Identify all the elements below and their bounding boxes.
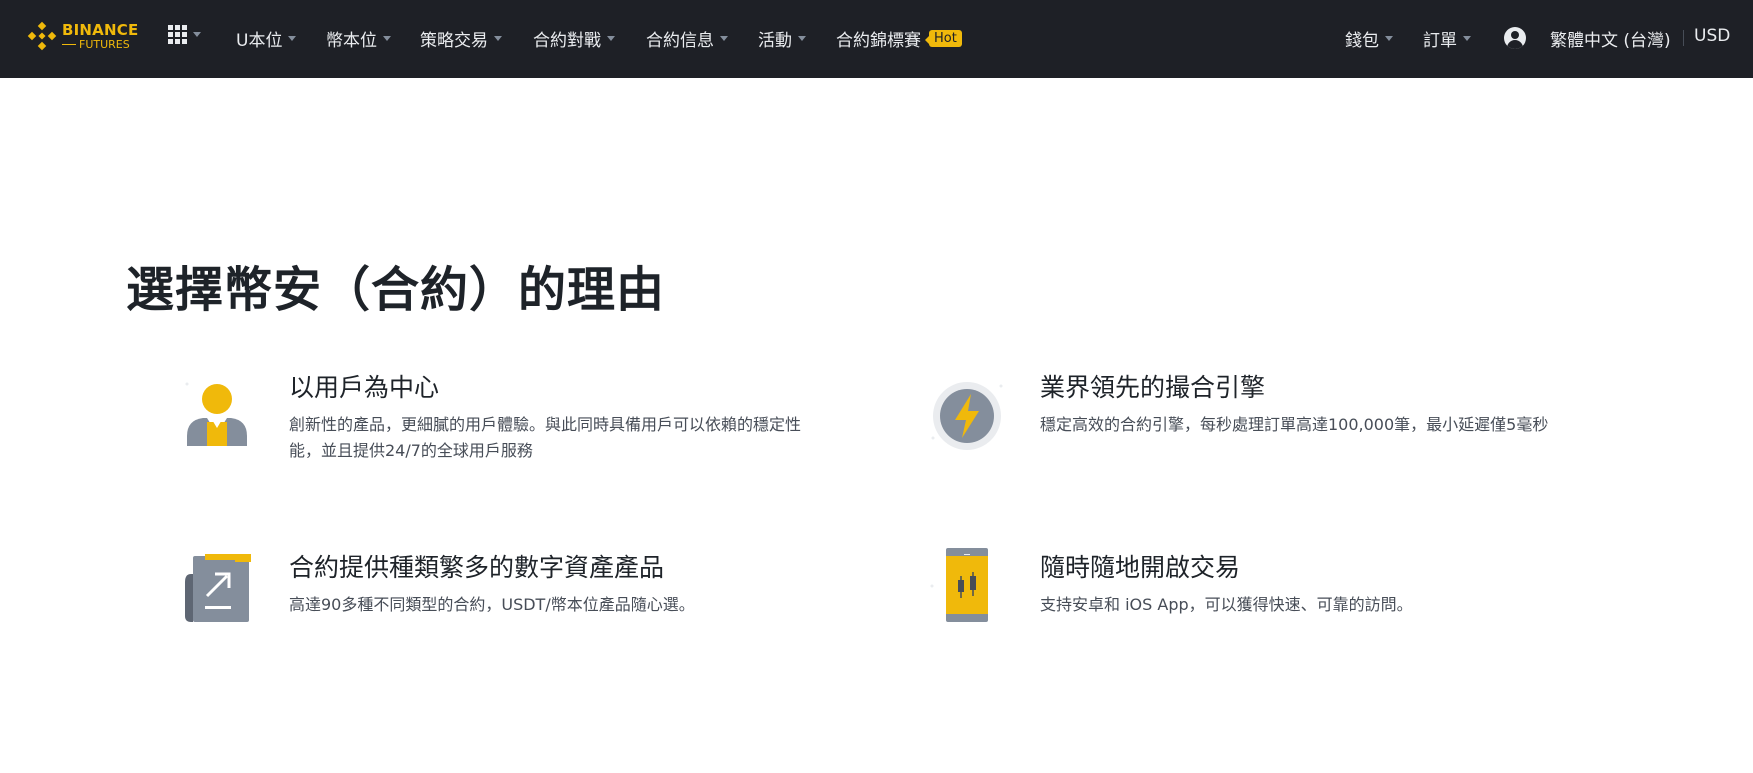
chevron-down-icon (494, 36, 502, 41)
chevron-down-icon (288, 36, 297, 41)
chevron-down-icon (193, 32, 201, 37)
grid-icon (168, 25, 187, 44)
feature-description: 支持安卓和 iOS App，可以獲得快速、可靠的訪問。 (1040, 595, 1413, 614)
mobile-chart-icon (930, 548, 988, 622)
nav-item-futures-tournament[interactable]: 合約錦標賽 Hot (836, 26, 962, 51)
chevron-down-icon (1463, 36, 1471, 41)
feature-description: 穩定高效的合約引擎，每秒處理訂單高達100,000筆，最小延遲僅5毫秒 (1040, 415, 1549, 434)
binance-futures-logo[interactable]: BINANCE FUTURES (26, 20, 138, 52)
chevron-down-icon (607, 36, 615, 41)
apps-menu-button[interactable] (168, 25, 201, 44)
page-headline: 選擇幣安（合約）的理由 (126, 262, 666, 318)
logo-text-futures: FUTURES (79, 37, 130, 51)
lightning-engine-icon (931, 382, 1003, 450)
chevron-down-icon (1385, 36, 1393, 41)
nav-divider (1683, 30, 1684, 46)
user-account-icon[interactable] (1504, 27, 1526, 49)
language-selector[interactable]: 繁體中文 (台灣) (1550, 26, 1671, 51)
feature-title: 業界領先的撮合引擎 (1040, 373, 1266, 402)
document-trend-icon (185, 554, 251, 622)
nav-item-usdt-margined[interactable]: U本位 (236, 26, 297, 51)
nav-item-wallet[interactable]: 錢包 (1345, 26, 1393, 51)
nav-item-futures-info[interactable]: 合約信息 (646, 26, 728, 51)
nav-item-orders[interactable]: 訂單 (1423, 26, 1471, 51)
feature-title: 合約提供種類繁多的數字資產產品 (289, 553, 665, 582)
logo-text-binance: BINANCE (62, 20, 139, 39)
nav-item-coin-margined[interactable]: 幣本位 (326, 26, 391, 51)
binance-logo-icon (27, 21, 57, 51)
feature-title: 以用戶為中心 (289, 373, 440, 402)
nav-item-futures-battle[interactable]: 合約對戰 (533, 26, 615, 51)
top-navigation-bar: BINANCE FUTURES U本位 幣本位 策略交易 合約對戰 合約信息 活… (0, 0, 1753, 78)
feature-description: 高達90多種不同類型的合約，USDT/幣本位產品隨心選。 (289, 595, 695, 614)
chevron-down-icon (720, 36, 728, 41)
chevron-down-icon (383, 36, 391, 41)
feature-description: 創新性的產品，更細膩的用戶體驗。與此同時具備用戶可以依賴的穩定性能，並且提供24… (289, 415, 802, 460)
nav-item-activities[interactable]: 活動 (758, 26, 806, 51)
feature-title: 隨時隨地開啟交易 (1040, 553, 1241, 582)
currency-selector[interactable]: USD (1694, 26, 1730, 46)
hot-badge: Hot (925, 30, 962, 47)
nav-item-strategy-trading[interactable]: 策略交易 (420, 26, 502, 51)
user-center-icon (185, 382, 247, 446)
chevron-down-icon (798, 36, 806, 41)
